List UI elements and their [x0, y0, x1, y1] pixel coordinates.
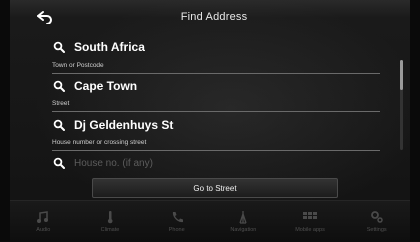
back-arrow-icon: [37, 11, 52, 24]
tab-settings[interactable]: Settings: [343, 201, 410, 242]
street-value: Dj Geldenhuys St: [74, 118, 174, 132]
search-icon: [52, 79, 66, 93]
country-value: South Africa: [74, 40, 145, 54]
town-field[interactable]: Cape Town: [52, 76, 342, 96]
tab-label: Navigation: [230, 227, 257, 233]
tab-label: Phone: [168, 227, 185, 233]
tab-audio[interactable]: Audio: [10, 201, 77, 242]
house-number-label: House number or crossing street: [52, 138, 380, 151]
search-icon: [52, 156, 66, 170]
tab-climate[interactable]: Climate: [77, 201, 144, 242]
tab-navigation[interactable]: Navigation: [210, 201, 277, 242]
bottom-tab-bar: Audio Climate Phone Navigation Mobile ap…: [10, 200, 410, 242]
house-number-placeholder: House no. (if any): [74, 157, 153, 169]
street-field[interactable]: Dj Geldenhuys St: [52, 115, 342, 135]
music-note-icon: [35, 210, 51, 224]
page-title: Find Address: [180, 11, 248, 23]
tab-mobile-apps[interactable]: Mobile apps: [277, 201, 344, 242]
scroll-thumb[interactable]: [400, 60, 403, 90]
infotainment-screen: Find Address South Africa Town or Postco…: [0, 0, 420, 242]
navigation-icon: [235, 210, 251, 224]
back-button[interactable]: [32, 6, 58, 28]
town-value: Cape Town: [74, 79, 138, 93]
tab-phone[interactable]: Phone: [143, 201, 210, 242]
settings-icon: [369, 210, 385, 224]
tab-label: Audio: [36, 227, 51, 233]
tab-label: Settings: [366, 227, 387, 233]
search-icon: [52, 118, 66, 132]
left-bezel: [0, 0, 10, 241]
right-bezel: [410, 0, 420, 241]
climate-icon: [102, 210, 118, 224]
tab-label: Mobile apps: [295, 227, 325, 233]
tab-label: Climate: [100, 227, 120, 233]
country-field[interactable]: South Africa: [52, 37, 342, 57]
town-postcode-label: Town or Postcode: [52, 61, 380, 74]
street-label: Street: [52, 99, 380, 112]
scrollbar[interactable]: [400, 60, 403, 150]
header-bar: Find Address: [10, 0, 410, 34]
apps-grid-icon: [302, 210, 318, 224]
phone-icon: [169, 210, 185, 224]
go-to-street-button[interactable]: Go to Street: [92, 178, 338, 198]
house-number-field[interactable]: House no. (if any): [52, 153, 342, 173]
search-icon: [52, 40, 66, 54]
